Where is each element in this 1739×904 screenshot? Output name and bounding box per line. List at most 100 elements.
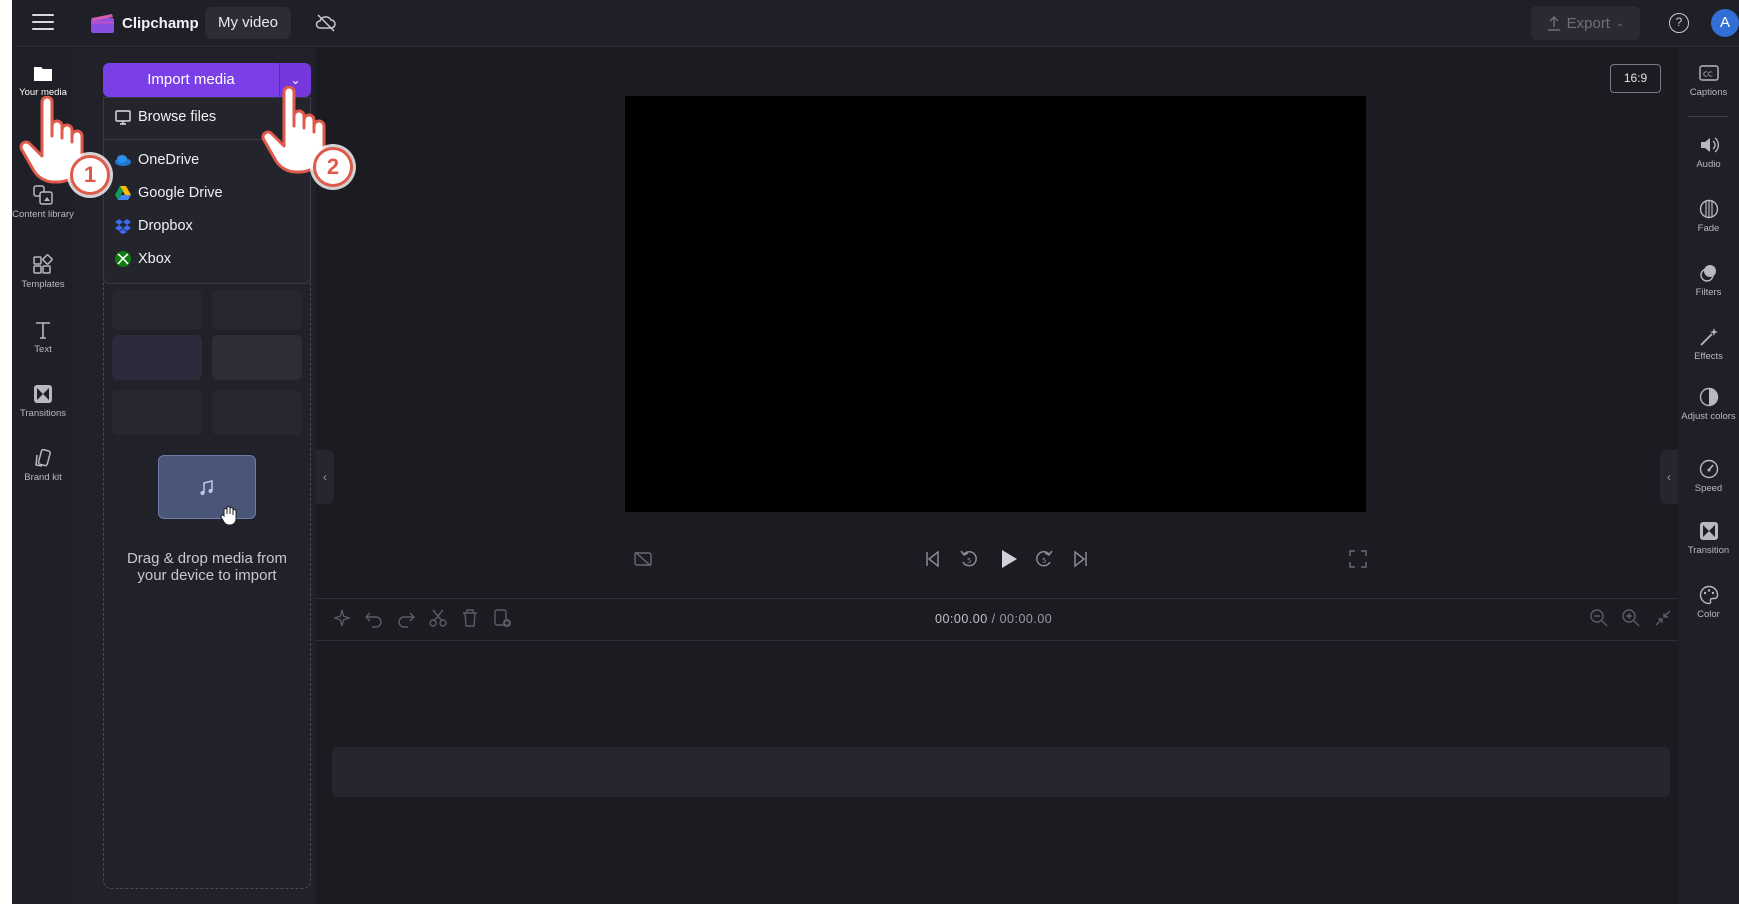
speaker-icon	[1700, 137, 1719, 153]
zoom-out-icon[interactable]	[1588, 607, 1610, 629]
sidebar-item-label: Transitions	[19, 408, 67, 419]
sidebar-item-filters[interactable]: Filters	[1678, 262, 1739, 298]
magic-edit-icon[interactable]	[331, 607, 353, 629]
video-title-field[interactable]: My video	[205, 7, 292, 39]
upload-icon	[1547, 15, 1560, 31]
dropbox-icon	[115, 218, 131, 234]
sidebar-item-transitions[interactable]: Transitions	[12, 383, 74, 419]
chevron-left-icon: ‹	[323, 470, 327, 484]
sidebar-item-label: Transition	[1687, 545, 1730, 556]
collapse-properties-panel-button[interactable]: ‹	[1660, 450, 1678, 504]
monitor-icon	[115, 109, 131, 125]
rewind-5-icon[interactable]: 5	[958, 548, 980, 570]
sidebar-item-label: Content library	[12, 209, 74, 220]
top-bar: Clipchamp My video Export ⌄ ? A	[12, 0, 1739, 47]
blurred-tile	[112, 335, 202, 380]
filters-icon	[1699, 265, 1716, 282]
play-icon[interactable]	[996, 547, 1020, 571]
scissors-icon[interactable]	[427, 607, 449, 629]
sidebar-item-label: Fade	[1697, 223, 1720, 234]
fade-icon	[1699, 199, 1718, 219]
dropzone-text: Drag & drop media from your device to im…	[113, 550, 301, 584]
fit-to-timeline-icon[interactable]	[1652, 607, 1674, 629]
timeline-divider	[316, 598, 1678, 599]
chevron-down-icon: ⌄	[290, 73, 301, 87]
captions-off-icon[interactable]	[632, 548, 654, 570]
trash-icon[interactable]	[459, 607, 481, 629]
sidebar-item-label: Filters	[1695, 287, 1722, 298]
sidebar-item-brand-kit[interactable]: Brand kit	[12, 447, 74, 483]
redo-icon[interactable]	[395, 607, 417, 629]
avatar[interactable]: A	[1711, 9, 1739, 37]
undo-icon[interactable]	[363, 607, 385, 629]
captions-icon: CC	[1698, 65, 1719, 81]
chevron-left-icon: ‹	[1667, 470, 1671, 484]
chevron-down-icon: ⌄	[1615, 17, 1625, 29]
hamburger-menu-icon[interactable]	[32, 14, 54, 32]
sidebar-item-adjust-colors[interactable]: Adjust colors	[1678, 386, 1739, 422]
skip-back-icon[interactable]	[921, 548, 943, 570]
menu-item-dropbox[interactable]: Dropbox	[104, 209, 310, 242]
brand-kit-icon	[35, 448, 51, 467]
sidebar-item-fade[interactable]: Fade	[1678, 198, 1739, 234]
skip-forward-icon[interactable]	[1070, 548, 1092, 570]
dropzone-media-card	[158, 455, 256, 526]
forward-5-icon[interactable]: 5	[1033, 548, 1055, 570]
sidebar-divider	[1688, 116, 1729, 117]
blurred-tile	[212, 290, 302, 330]
blurred-tile	[112, 390, 202, 435]
sidebar-item-transition[interactable]: Transition	[1678, 520, 1739, 556]
zoom-in-icon[interactable]	[1620, 607, 1642, 629]
transition-icon	[1699, 522, 1718, 540]
video-preview	[625, 96, 1366, 512]
grab-hand-icon	[220, 506, 237, 526]
cloud-off-icon[interactable]	[315, 13, 337, 33]
menu-item-label: Dropbox	[138, 217, 193, 234]
export-label: Export	[1566, 14, 1610, 32]
onedrive-icon	[115, 154, 131, 166]
fullscreen-icon[interactable]	[1347, 548, 1369, 570]
collapse-media-panel-button[interactable]: ‹	[316, 450, 334, 504]
sidebar-item-color[interactable]: Color	[1678, 584, 1739, 620]
speedometer-icon	[1699, 459, 1718, 479]
export-button[interactable]: Export ⌄	[1531, 6, 1640, 40]
menu-item-google-drive[interactable]: Google Drive	[104, 176, 310, 209]
help-icon[interactable]: ?	[1669, 13, 1689, 33]
add-to-timeline-icon[interactable]	[491, 607, 513, 629]
templates-icon	[33, 254, 53, 274]
sidebar-item-label: Brand kit	[24, 472, 62, 483]
sidebar-item-label: Audio	[1696, 159, 1721, 170]
svg-text:CC: CC	[1703, 71, 1713, 79]
sidebar-item-templates[interactable]: Templates	[12, 254, 74, 290]
magic-wand-icon	[1699, 328, 1718, 346]
sidebar-item-audio[interactable]: Audio	[1678, 134, 1739, 170]
sidebar-item-label: Speed	[1694, 483, 1723, 494]
menu-item-xbox[interactable]: Xbox	[104, 242, 310, 275]
svg-text:5: 5	[967, 557, 971, 565]
menu-item-label: Xbox	[138, 250, 172, 267]
sidebar-item-speed[interactable]: Speed	[1678, 458, 1739, 494]
blurred-tile	[212, 335, 302, 380]
import-media-button[interactable]: Import media	[103, 63, 279, 97]
step-2-badge: 2	[313, 147, 353, 187]
step-1-badge: 1	[70, 155, 110, 195]
sidebar-item-text[interactable]: Text	[12, 319, 74, 355]
blurred-tile	[112, 290, 202, 330]
svg-text:5: 5	[1042, 557, 1046, 565]
timeline-track[interactable]	[332, 747, 1670, 797]
sidebar-item-label: Color	[1697, 609, 1720, 620]
sidebar-item-label: Effects	[1694, 351, 1723, 362]
text-icon	[36, 322, 50, 339]
dropzone-text-line: your device to import	[137, 567, 277, 584]
menu-item-label: Google Drive	[138, 184, 223, 201]
music-note-icon	[200, 480, 213, 495]
content-library-icon	[33, 185, 53, 205]
sidebar-item-content-library[interactable]: Content library	[12, 184, 74, 220]
sidebar-item-effects[interactable]: Effects	[1678, 326, 1739, 362]
sidebar-item-label: Text	[34, 344, 52, 355]
aspect-ratio-button[interactable]: 16:9	[1610, 64, 1661, 93]
current-time: 00:00.00	[935, 612, 988, 626]
transitions-icon	[34, 385, 52, 403]
sidebar-item-captions[interactable]: CC Captions	[1678, 62, 1739, 98]
sidebar-item-your-media[interactable]: Your media	[12, 62, 74, 98]
